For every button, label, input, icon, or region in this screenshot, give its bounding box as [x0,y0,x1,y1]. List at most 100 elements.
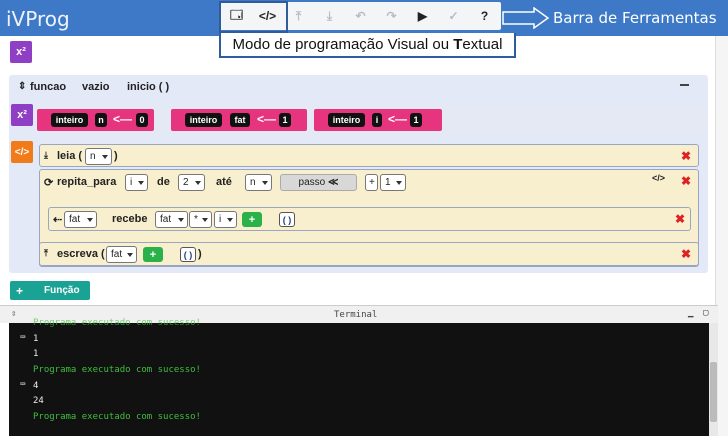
help-icon[interactable]: ? [469,2,500,30]
undo-icon[interactable]: ↶ [345,2,376,30]
for-de-keyword: de [157,176,170,188]
app-logo: iVProg [6,7,70,31]
terminal-input-line: 4 [33,381,39,391]
read-variable-value: n [90,151,96,162]
parentheses-button[interactable]: ( ) [279,212,295,227]
mode-annotation-text: Modo de programação Visual ou [232,36,454,53]
assign-target-select[interactable]: fat [64,211,97,228]
variable-block-n[interactable]: inteiro n <— 0 [37,109,154,131]
plus-icon: + [16,284,24,298]
variable-value[interactable]: 0 [136,113,148,127]
step-value: 1 [385,177,391,188]
function-header: ⇕ funcao vazio inicio ( ) [9,75,708,101]
read-keyword: leia ( [57,150,83,162]
variable-block-i[interactable]: inteiro i <— 1 [314,109,442,131]
read-icon: ⤓ [44,150,48,160]
for-variable-select[interactable]: i [125,174,148,191]
delete-read-icon[interactable]: ✖ [681,149,691,163]
write-icon: ⤒ [44,248,48,258]
function-name[interactable]: inicio ( ) [127,81,169,93]
step-label: passo [298,177,326,188]
step-value-select[interactable]: 1 [380,174,406,191]
add-write-expression-icon[interactable]: + [143,247,163,262]
variable-value[interactable]: 1 [279,113,291,127]
assign-keyword: recebe [112,213,148,225]
mode-highlight-box [219,1,288,33]
read-command[interactable]: ⤓ leia ( n ) ✖ [39,144,699,167]
step-button[interactable]: passo ≪ [280,174,357,191]
download-icon[interactable]: ⤓ [314,2,345,30]
for-from-value: 2 [183,177,189,188]
annotation-arrow-icon [502,7,550,29]
write-keyword: escreva ( [57,248,105,260]
function-return-type[interactable]: vazio [82,81,110,93]
keyboard-icon: ⌨ [20,333,26,343]
terminal-minimize-icon[interactable]: ▁ [688,308,693,318]
variable-name[interactable]: i [372,113,382,127]
toolbar-annotation: Barra de Ferramentas [553,9,717,27]
expr-operator-value: * [194,214,198,225]
function-keyword: funcao [30,81,67,93]
delete-assign-icon[interactable]: ✖ [675,212,685,226]
write-variable-select[interactable]: fat [106,246,137,263]
read-variable-select[interactable]: n [85,148,112,165]
terminal-body: Programa executado com sucesso! ⌨ 1 1 Pr… [9,318,709,436]
write-close-paren: ) [198,248,202,260]
variable-type[interactable]: inteiro [51,113,88,127]
mode-annotation-bold: T [453,36,463,53]
expr-operator-select[interactable]: * [189,211,212,228]
write-variable-value: fat [111,249,123,260]
mode-annotation: Modo de programação Visual ou Textual [219,33,516,58]
variable-block-fat[interactable]: inteiro fat <— 1 [171,109,307,131]
add-expression-icon[interactable]: + [242,212,262,227]
variable-name[interactable]: n [95,113,107,127]
step-icon: ≪ [328,177,339,188]
assign-arrow: <— [257,112,277,126]
delete-for-icon[interactable]: ✖ [681,174,691,188]
drag-handle-icon[interactable]: ⇕ [18,81,26,92]
for-to-select[interactable]: n [245,174,272,191]
terminal-line: Programa executado com sucesso! [33,412,201,422]
add-local-variable-icon[interactable]: x² [11,104,33,126]
assign-icon: ⇠ [53,214,63,226]
collapse-icon[interactable] [680,84,689,86]
step-operator-value: + [369,177,375,188]
step-operator-select[interactable]: + [365,174,378,191]
check-icon[interactable]: ✓ [438,2,469,30]
delete-write-icon[interactable]: ✖ [681,247,691,261]
variable-name[interactable]: fat [230,113,250,127]
add-function-label: Função [44,285,80,296]
assign-command[interactable]: ⇠ fat recebe fat * i + ( ) ✖ [48,207,691,231]
for-from-select[interactable]: 2 [178,174,205,191]
terminal-title: Terminal [334,310,378,320]
play-icon[interactable]: ▶ [407,2,438,30]
terminal-line: Programa executado com sucesso! [33,318,201,328]
add-function-button[interactable]: + Função [10,281,90,300]
expr-rhs-value: i [219,214,222,225]
assign-target-value: fat [69,214,81,225]
write-parentheses-button[interactable]: ( ) [180,247,196,262]
for-variable-value: i [130,177,133,188]
expr-lhs-select[interactable]: fat [155,211,188,228]
terminal-line: 24 [33,396,44,406]
variable-type[interactable]: inteiro [185,113,222,127]
write-command[interactable]: ⤒ escreva ( fat + ( ) ) ✖ [39,242,699,266]
read-close-paren: ) [114,150,118,162]
expr-lhs-value: fat [160,214,172,225]
add-global-variable-icon[interactable]: x² [10,41,32,63]
terminal-line: Programa executado com sucesso! [33,365,201,375]
mode-annotation-tail: extual [462,36,503,53]
variable-value[interactable]: 1 [410,113,422,127]
redo-icon[interactable]: ↷ [376,2,407,30]
variable-type[interactable]: inteiro [328,113,365,127]
terminal-line: 1 [33,349,39,359]
add-command-icon[interactable]: </> [11,141,33,163]
terminal-expand-icon[interactable]: ⇳ [11,309,16,319]
terminal-input-line: 1 [33,334,39,344]
expr-rhs-select[interactable]: i [214,211,237,228]
for-to-value: n [250,177,256,188]
terminal-scrollbar-thumb[interactable] [710,362,717,422]
terminal-maximize-icon[interactable]: ▢ [703,308,708,318]
assign-arrow: <— [388,112,408,126]
for-code-icon[interactable]: </> [652,173,665,183]
